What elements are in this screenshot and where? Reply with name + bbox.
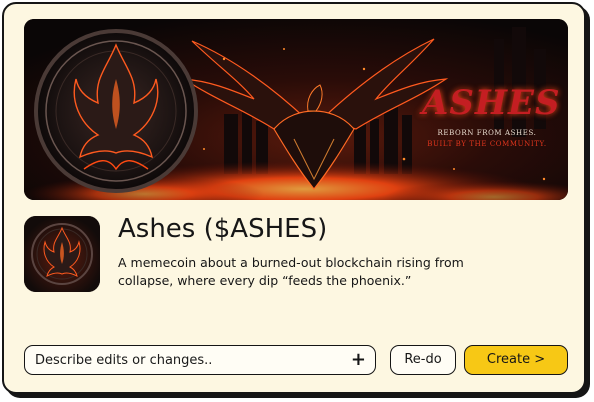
token-description: A memecoin about a burned-out blockchain…: [118, 255, 464, 288]
edit-input-container[interactable]: +: [24, 345, 376, 375]
token-title: Ashes ($ASHES): [118, 214, 328, 244]
token-card: ASHES REBORN FROM ASHES. BUILT BY THE CO…: [2, 2, 586, 394]
redo-button[interactable]: Re-do: [390, 345, 456, 375]
banner-image: ASHES REBORN FROM ASHES. BUILT BY THE CO…: [24, 19, 568, 200]
phoenix-logo-icon: [24, 216, 100, 292]
banner-tagline-secondary: BUILT BY THE COMMUNITY.: [427, 140, 547, 148]
edit-input[interactable]: [35, 349, 335, 371]
token-logo: [24, 216, 100, 292]
create-button[interactable]: Create >: [464, 345, 568, 375]
plus-icon[interactable]: +: [351, 348, 366, 372]
banner-tagline: REBORN FROM ASHES.: [437, 129, 537, 137]
banner-title: ASHES: [422, 83, 561, 123]
phoenix-medallion-icon: [34, 29, 198, 193]
